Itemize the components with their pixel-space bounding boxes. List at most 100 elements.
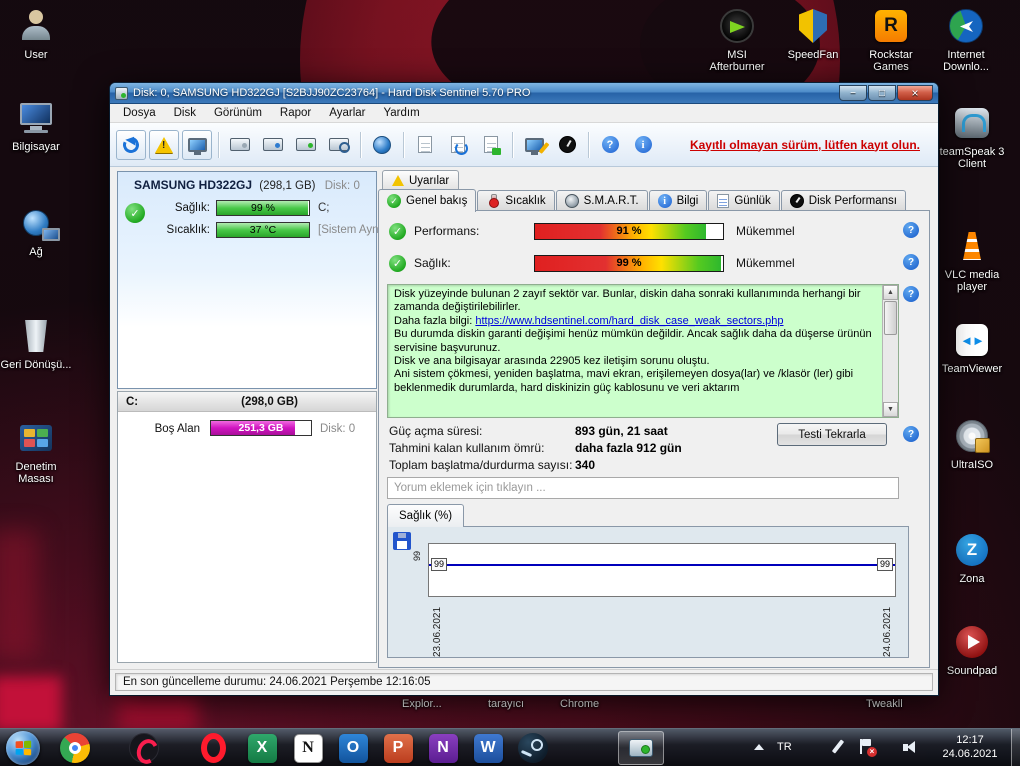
tray-clock[interactable]: 12:17 24.06.2021 (930, 733, 1010, 761)
ok-icon (389, 255, 406, 272)
taskbar-hard-disk-sentinel[interactable] (618, 731, 664, 765)
menu-dosya[interactable]: Dosya (114, 105, 165, 121)
weak-sectors-link[interactable]: https://www.hdsentinel.com/hard_disk_cas… (475, 315, 783, 327)
help-icon[interactable] (903, 286, 919, 302)
opera-gx-icon (129, 733, 159, 763)
send-report-button[interactable] (476, 130, 506, 160)
scroll-down-icon[interactable] (883, 402, 898, 417)
performance-monitor-button[interactable] (552, 130, 582, 160)
taskbar: X N O P N W TR 12:17 24.06.2021 (0, 728, 1020, 766)
desktop-icon-zona[interactable]: Z Zona (934, 530, 1010, 585)
desktop-icon-label[interactable]: Explor... (402, 698, 442, 710)
scrollbar[interactable] (882, 285, 898, 417)
tab-warnings[interactable]: Uyarılar (382, 170, 459, 190)
help-icon[interactable] (903, 426, 919, 442)
maximize-button[interactable] (868, 85, 896, 101)
disk-overview-button[interactable] (225, 130, 255, 160)
retest-button[interactable]: Testi Tekrarla (777, 423, 887, 446)
desktop-icon-teamspeak[interactable]: teamSpeak 3 Client (934, 103, 1010, 170)
show-hidden-icons-button[interactable] (754, 744, 764, 750)
warnings-button[interactable] (149, 130, 179, 160)
report-button[interactable] (410, 130, 440, 160)
rockstar-games-icon: R (853, 6, 929, 46)
partition-panel[interactable]: C: (298,0 GB) Boş Alan 251,3 GB Disk: 0 (117, 391, 377, 663)
register-link[interactable]: Kayıtlı olmayan sürüm, lütfen kayıt olun… (690, 138, 920, 152)
system-report-button[interactable] (182, 130, 212, 160)
scrollbar-track[interactable] (883, 300, 898, 402)
help-icon[interactable] (903, 222, 919, 238)
tab-overview[interactable]: Genel bakış (378, 189, 476, 212)
desktop-icon-label[interactable]: Tweakll (866, 698, 903, 710)
tab-disk-performance[interactable]: Disk Performansı (781, 190, 906, 211)
language-indicator[interactable]: TR (777, 741, 792, 753)
desktop-icon-teamviewer[interactable]: TeamViewer (934, 320, 1010, 375)
desktop-icon-internet-download-manager[interactable]: Internet Downlo... (928, 6, 1004, 73)
taskbar-opera-gx[interactable] (128, 732, 160, 764)
tab-health-chart[interactable]: Sağlık (%) (387, 504, 464, 527)
desktop-icon-computer[interactable]: Bilgisayar (0, 98, 74, 153)
volume-icon[interactable] (903, 739, 920, 756)
menu-ayarlar[interactable]: Ayarlar (320, 105, 374, 121)
taskbar-word[interactable]: W (472, 732, 504, 764)
desktop-icon-network[interactable]: Ağ (0, 203, 74, 258)
help-button[interactable] (595, 130, 625, 160)
online-status-button[interactable] (367, 130, 397, 160)
tab-temperature[interactable]: Sıcaklık (477, 190, 554, 211)
desktop-icon-vlc[interactable]: VLC media player (934, 226, 1010, 293)
status-bar: En son güncelleme durumu: 24.06.2021 Per… (110, 669, 938, 695)
tab-info[interactable]: Bilgi (649, 190, 708, 211)
taskbar-excel[interactable]: X (246, 732, 278, 764)
tab-smart[interactable]: S.M.A.R.T. (556, 190, 648, 211)
desktop-icon-recycle-bin[interactable]: Geri Dönüşü... (0, 316, 74, 371)
menu-gorunum[interactable]: Görünüm (205, 105, 271, 121)
scrollbar-thumb[interactable] (884, 301, 897, 335)
temperature-value: 37 °C (217, 223, 309, 237)
disk-test-button[interactable] (291, 130, 321, 160)
menu-yardim[interactable]: Yardım (374, 105, 428, 121)
partition-size: (298,0 GB) (241, 396, 298, 408)
taskbar-onenote[interactable]: N (427, 732, 459, 764)
show-desktop-button[interactable] (1011, 729, 1020, 766)
taskbar-notion[interactable]: N (292, 732, 324, 764)
desktop-icon-soundpad[interactable]: Soundpad (934, 622, 1010, 677)
desktop-icon-label[interactable]: tarayıcı (488, 698, 524, 710)
free-space-value: 251,3 GB (211, 421, 311, 435)
desktop-icon-label[interactable]: Chrome (560, 698, 599, 710)
disk-details-button[interactable] (258, 130, 288, 160)
taskbar-opera[interactable] (197, 732, 229, 764)
disk-surface-test-button[interactable] (324, 130, 354, 160)
desktop-icon-user[interactable]: User (0, 6, 74, 61)
ok-icon (387, 194, 401, 208)
desktop-icon-msi-afterburner[interactable]: MSI Afterburner (699, 6, 775, 73)
taskbar-powerpoint[interactable]: P (382, 732, 414, 764)
tab-log[interactable]: Günlük (708, 190, 779, 211)
help-icon[interactable] (903, 254, 919, 270)
scroll-up-icon[interactable] (883, 285, 898, 300)
desktop-icon-ultraiso[interactable]: UltraISO (934, 416, 1010, 471)
desktop-icon-rockstar-games[interactable]: R Rockstar Games (853, 6, 929, 73)
action-center-flag-icon[interactable] (858, 739, 876, 756)
start-button[interactable] (6, 731, 40, 765)
desktop-icon-control-panel[interactable]: Denetim Masası (0, 418, 74, 485)
menu-disk[interactable]: Disk (165, 105, 205, 121)
minimize-button[interactable] (839, 85, 867, 101)
taskbar-outlook[interactable]: O (337, 732, 369, 764)
refresh-button[interactable] (116, 130, 146, 160)
desktop-gadget-button[interactable] (519, 130, 549, 160)
recycle-bin-icon (0, 316, 74, 356)
internet-download-manager-icon (928, 6, 1004, 46)
pen-tray-icon[interactable] (831, 739, 845, 755)
desktop-icon-speedfan[interactable]: SpeedFan (775, 6, 851, 61)
menu-rapor[interactable]: Rapor (271, 105, 320, 121)
refresh-report-button[interactable] (443, 130, 473, 160)
window-titlebar[interactable]: Disk: 0, SAMSUNG HD322GJ [S2BJJ90ZC23764… (110, 83, 938, 104)
taskbar-chrome[interactable] (59, 732, 91, 764)
disk-list-panel[interactable]: SAMSUNG HD322GJ (298,1 GB) Disk: 0 Sağlı… (117, 171, 377, 389)
comment-input[interactable] (387, 477, 899, 499)
save-chart-icon[interactable] (393, 532, 411, 550)
about-button[interactable] (628, 130, 658, 160)
desktop-icon-label: Zona (934, 573, 1010, 585)
taskbar-steam[interactable] (517, 732, 549, 764)
free-space-label: Boş Alan (130, 423, 200, 435)
close-button[interactable] (897, 85, 933, 101)
